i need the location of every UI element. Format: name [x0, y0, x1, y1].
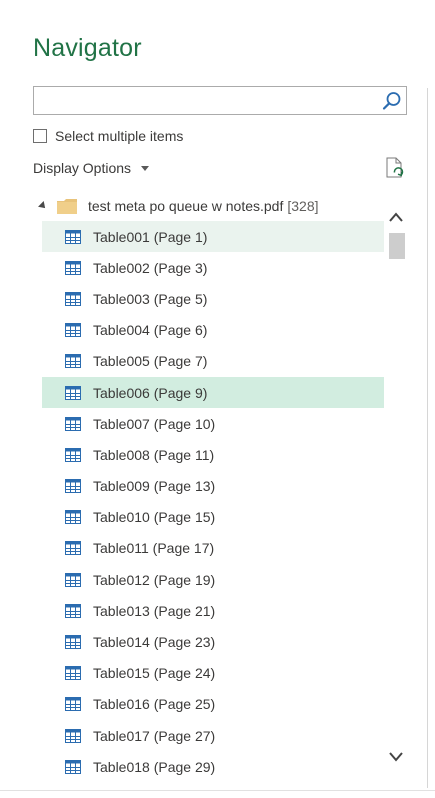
list-item-label[interactable]: Table001 (Page 1) — [93, 229, 207, 245]
list-item-label[interactable]: Table018 (Page 29) — [93, 759, 215, 775]
list-item-label[interactable]: Table005 (Page 7) — [93, 353, 207, 369]
scrollbar-thumb[interactable] — [389, 233, 405, 259]
table-icon — [65, 385, 81, 400]
list-item[interactable]: Table015 (Page 24) — [42, 658, 384, 689]
list-item[interactable]: Table006 (Page 9) — [42, 376, 384, 409]
list-item[interactable]: Table005 (Page 7) — [42, 346, 384, 377]
list-item[interactable]: Table002 (Page 3) — [42, 252, 384, 283]
list-item-label[interactable]: Table010 (Page 15) — [93, 509, 215, 525]
refresh-document-icon[interactable] — [385, 157, 405, 179]
table-icon — [65, 572, 81, 587]
table-icon — [65, 229, 81, 244]
scroll-up-icon[interactable] — [388, 211, 404, 223]
tree-root-label[interactable]: test meta po queue w notes.pdf — [88, 198, 283, 214]
list-item[interactable]: Table008 (Page 11) — [42, 439, 384, 470]
table-icon — [65, 354, 81, 369]
table-icon — [65, 759, 81, 774]
vertical-scrollbar[interactable] — [385, 204, 407, 776]
table-icon — [65, 260, 81, 275]
list-item-label[interactable]: Table015 (Page 24) — [93, 665, 215, 681]
panel-divider — [427, 88, 428, 788]
search-box[interactable] — [33, 86, 407, 115]
table-list: Table001 (Page 1) Table002 (Page 3) Table0… — [42, 221, 384, 782]
table-icon — [65, 416, 81, 431]
list-item-label[interactable]: Table006 (Page 9) — [93, 385, 207, 401]
list-item[interactable]: Table013 (Page 21) — [42, 595, 384, 626]
display-options-label[interactable]: Display Options — [33, 160, 131, 176]
table-icon — [65, 728, 81, 743]
display-options-dropdown[interactable]: Display Options — [33, 160, 150, 176]
page-title: Navigator — [33, 34, 142, 62]
list-item-label[interactable]: Table012 (Page 19) — [93, 572, 215, 588]
list-item-label[interactable]: Table009 (Page 13) — [93, 478, 215, 494]
list-item-label[interactable]: Table011 (Page 17) — [93, 540, 214, 556]
list-item[interactable]: Table012 (Page 19) — [42, 564, 384, 595]
list-item[interactable]: Table009 (Page 13) — [42, 471, 384, 502]
bottom-divider — [0, 790, 435, 791]
table-icon — [65, 447, 81, 462]
list-item-label[interactable]: Table008 (Page 11) — [93, 447, 214, 463]
table-icon — [65, 603, 81, 618]
table-icon — [65, 323, 81, 338]
select-multiple-label[interactable]: Select multiple items — [55, 128, 183, 144]
list-item-label[interactable]: Table016 (Page 25) — [93, 696, 215, 712]
list-item[interactable]: Table016 (Page 25) — [42, 689, 384, 720]
list-item-label[interactable]: Table014 (Page 23) — [93, 634, 215, 650]
tree-root-count: [328] — [287, 198, 319, 214]
expand-triangle-icon[interactable] — [38, 201, 48, 211]
table-icon — [65, 666, 81, 681]
list-item[interactable]: Table011 (Page 17) — [42, 533, 384, 564]
list-item[interactable]: Table007 (Page 10) — [42, 408, 384, 439]
list-item[interactable]: Table018 (Page 29) — [42, 751, 384, 782]
list-item-label[interactable]: Table007 (Page 10) — [93, 416, 215, 432]
list-item[interactable]: Table001 (Page 1) — [42, 221, 384, 253]
list-item-label[interactable]: Table002 (Page 3) — [93, 260, 207, 276]
list-item[interactable]: Table004 (Page 6) — [42, 315, 384, 346]
chevron-down-icon[interactable] — [141, 166, 150, 171]
select-multiple-option[interactable]: Select multiple items — [33, 127, 183, 145]
table-icon — [65, 510, 81, 525]
table-icon — [65, 697, 81, 712]
search-input[interactable] — [34, 87, 374, 114]
list-item-label[interactable]: Table004 (Page 6) — [93, 322, 207, 338]
list-item-label[interactable]: Table013 (Page 21) — [93, 603, 215, 619]
table-icon — [65, 635, 81, 650]
scroll-down-icon[interactable] — [388, 751, 404, 763]
table-icon — [65, 541, 81, 556]
list-item[interactable]: Table017 (Page 27) — [42, 720, 384, 751]
select-multiple-checkbox[interactable] — [33, 129, 47, 143]
list-item-label[interactable]: Table017 (Page 27) — [93, 728, 215, 744]
folder-icon — [57, 198, 77, 214]
list-item[interactable]: Table010 (Page 15) — [42, 502, 384, 533]
list-item[interactable]: Table014 (Page 23) — [42, 626, 384, 657]
list-item-label[interactable]: Table003 (Page 5) — [93, 291, 207, 307]
table-icon — [65, 479, 81, 494]
search-icon[interactable] — [381, 90, 403, 112]
table-icon — [65, 291, 81, 306]
list-item[interactable]: Table003 (Page 5) — [42, 283, 384, 314]
tree-root-node[interactable]: test meta po queue w notes.pdf [328] — [38, 194, 319, 218]
